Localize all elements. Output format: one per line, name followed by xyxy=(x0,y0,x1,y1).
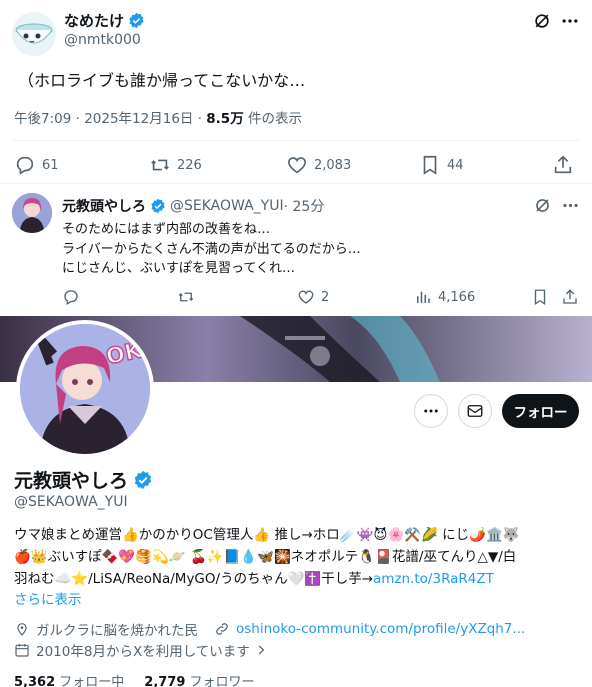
reply-author-name[interactable]: 元教頭やしろ xyxy=(62,196,146,216)
reply-tweet-avatar[interactable] xyxy=(12,193,52,233)
profile-handle: @SEKAOWA_YUI xyxy=(14,494,128,510)
like-count: 2,083 xyxy=(314,157,352,173)
profile-follow-stats: 5,362 フォロー中 2,779 フォロワー xyxy=(14,671,255,687)
following-count: 5,362 xyxy=(14,675,56,687)
profile-display-name: 元教頭やしろ xyxy=(14,466,153,493)
share-icon xyxy=(563,289,577,304)
calendar-icon xyxy=(15,644,29,657)
grok-icon[interactable] xyxy=(532,11,552,31)
views-button[interactable]: 4,166 xyxy=(414,288,475,306)
reply-button[interactable]: 61 xyxy=(14,154,59,176)
share-button[interactable] xyxy=(561,288,579,306)
bookmark-icon xyxy=(423,155,437,175)
views-count: 4,166 xyxy=(438,289,476,305)
reply-text-line: そのためにはまず内部の改善をね… xyxy=(62,222,271,237)
reply-icon xyxy=(64,290,78,305)
grok-icon[interactable] xyxy=(533,196,552,215)
link-icon xyxy=(216,623,228,635)
share-button[interactable] xyxy=(552,154,574,176)
reply-icon xyxy=(16,156,34,175)
reply-tweet-text: そのためにはまず内部の改善をね… ライバーからたくさん不満の声が出てるのだから…… xyxy=(62,220,361,279)
retweet-count: 226 xyxy=(177,157,202,173)
bio-link[interactable]: amzn.to/3RaR4ZT xyxy=(373,571,494,587)
bio-line: 羽ねむ☁️⭐/LiSA/ReoNa/MyGO/うのちゃん🤍✝️干し芋→ xyxy=(14,571,374,587)
profile-joined: 2010年8月からXを利用しています xyxy=(36,644,250,660)
main-tweet-handle[interactable]: @nmtk000 xyxy=(64,32,141,48)
followers-label: フォロワー xyxy=(189,675,255,687)
followers-link[interactable]: 2,779 フォロワー xyxy=(144,671,254,687)
views-count: 8.5万 xyxy=(206,111,244,127)
followers-count: 2,779 xyxy=(144,675,186,687)
reply-button[interactable] xyxy=(62,288,80,306)
reply-timestamp[interactable]: · 25分 xyxy=(284,196,325,216)
following-label: フォロー中 xyxy=(59,675,125,687)
main-tweet-author-name[interactable]: なめたけ xyxy=(64,10,145,31)
reply-tweet-actions: 2 4,166 xyxy=(62,288,580,308)
profile-more-button[interactable] xyxy=(414,394,448,428)
verified-badge-icon xyxy=(128,12,145,29)
retweet-button[interactable] xyxy=(177,288,195,306)
more-options-icon xyxy=(424,409,438,413)
profile-bio: ウマ娘まとめ運営👍かのかりOC管理人👍 推し→ホロ☄️👾😈🌸⚒️🌽 にじ🌶️🏛️… xyxy=(14,524,580,590)
author-name-text: なめたけ xyxy=(64,12,125,30)
bio-line: 🍎👑ぶいすぽ🍫💖🥞💫🪐 🍒✨📘💧🦋🎇ネオポルテ🐧🎴花譜/巫てんり△▼/白 xyxy=(14,549,517,565)
profile-joined-row[interactable]: 2010年8月からXを利用しています xyxy=(14,640,268,660)
like-button[interactable]: 2,083 xyxy=(286,154,351,176)
tweet-timestamp[interactable]: 午後7:09 · 2025年12月16日 · xyxy=(14,111,206,127)
divider xyxy=(12,140,580,141)
views-chart-icon xyxy=(417,291,430,303)
message-button[interactable] xyxy=(458,394,492,428)
heart-icon xyxy=(298,290,314,304)
show-more-link[interactable]: さらに表示 xyxy=(14,588,82,608)
following-link[interactable]: 5,362 フォロー中 xyxy=(14,671,124,687)
verified-badge-icon[interactable] xyxy=(133,470,153,490)
retweet-icon xyxy=(178,292,194,302)
main-tweet-text: （ホロライブも誰か帰ってこないかな… xyxy=(18,71,306,90)
envelope-icon xyxy=(467,405,483,417)
like-button[interactable]: 2 xyxy=(297,288,329,306)
verified-badge-icon xyxy=(150,198,166,214)
heart-icon xyxy=(287,157,307,174)
more-options-icon[interactable] xyxy=(561,196,580,215)
profile-meta-row: ガルクラに脳を焼かれた民 oshinoko-community.com/prof… xyxy=(14,619,525,639)
bio-line: ウマ娘まとめ運営👍かのかりOC管理人👍 推し→ホロ☄️👾😈🌸⚒️🌽 にじ🌶️🏛️… xyxy=(14,527,520,543)
views-label: 件の表示 xyxy=(243,111,302,127)
reply-tweet-header: 元教頭やしろ @SEKAOWA_YUI · 25分 xyxy=(62,196,324,216)
bookmark-count: 44 xyxy=(447,157,464,173)
bookmark-button[interactable] xyxy=(531,288,549,306)
share-icon xyxy=(554,155,572,174)
reply-text-line: ライバーからたくさん不満の声が出てるのだから… xyxy=(62,241,361,257)
retweet-button[interactable]: 226 xyxy=(149,154,202,176)
bookmark-button[interactable]: 44 xyxy=(419,154,464,176)
divider xyxy=(0,183,592,184)
like-count: 2 xyxy=(321,289,330,305)
follow-button[interactable]: フォロー xyxy=(502,394,579,428)
profile-location: ガルクラに脳を焼かれた民 xyxy=(36,623,198,639)
reply-text-line: にじさんじ、ぶいすぽを見習ってくれ… xyxy=(62,261,295,276)
profile-website[interactable]: oshinoko-community.com/profile/yXZqh7... xyxy=(236,621,525,637)
chevron-right-icon xyxy=(258,645,265,655)
reply-author-handle[interactable]: @SEKAOWA_YUI xyxy=(170,198,284,214)
main-tweet-avatar[interactable] xyxy=(12,12,56,56)
location-pin-icon xyxy=(17,623,27,636)
retweet-icon xyxy=(151,159,169,171)
profile-name-text: 元教頭やしろ xyxy=(14,470,129,492)
reply-count: 61 xyxy=(42,157,59,173)
main-tweet-actions: 61 226 2,083 44 xyxy=(14,152,580,178)
more-options-icon[interactable] xyxy=(560,11,580,31)
bookmark-icon xyxy=(534,289,546,306)
main-tweet-meta: 午後7:09 · 2025年12月16日 · 8.5万 件の表示 xyxy=(14,107,302,127)
profile-avatar[interactable]: OK! xyxy=(16,320,154,458)
